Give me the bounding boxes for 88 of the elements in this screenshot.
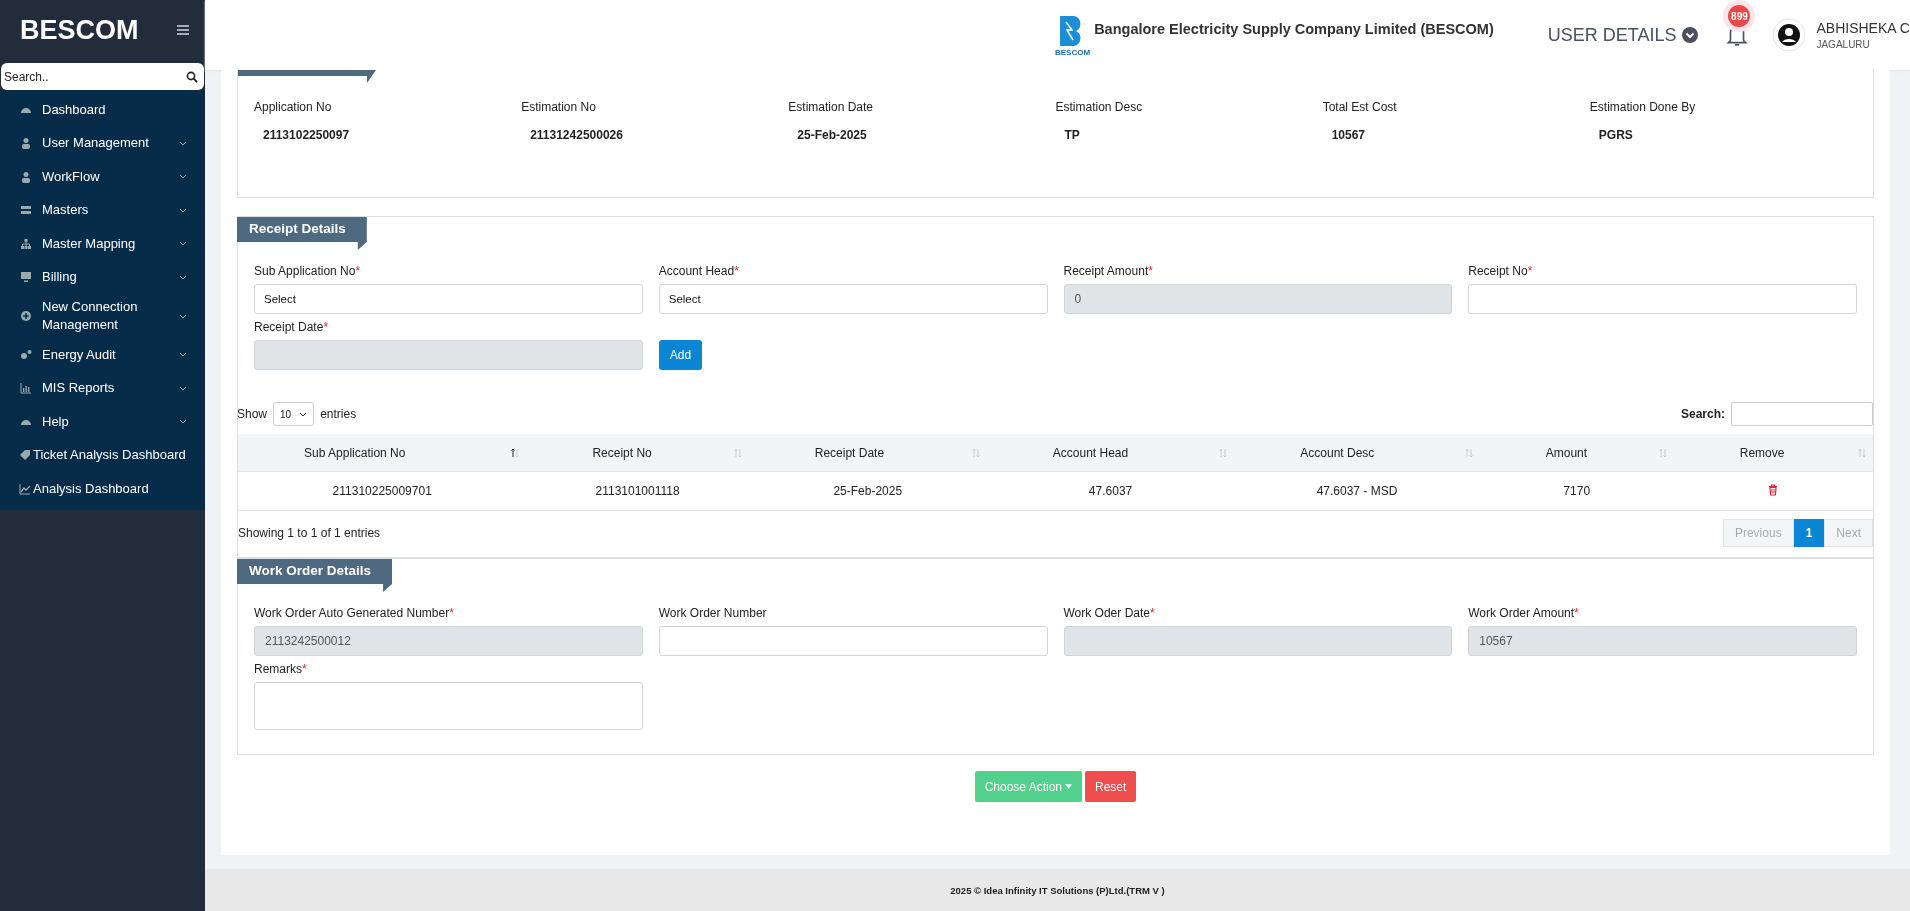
menu-icon[interactable] [177, 25, 189, 35]
user-location: JAGALURU [1816, 39, 1871, 50]
column-header[interactable]: Receipt No [526, 434, 749, 472]
field-label: Estimation No [521, 100, 597, 114]
page-size-select[interactable]: 10 [273, 402, 315, 426]
table-cell: 211310225009701 [238, 471, 527, 511]
table-cell: 2113101001118 [526, 471, 749, 511]
user-icon [20, 170, 32, 183]
field-label: Sub Application No* [254, 264, 362, 278]
pagination-button[interactable]: 1 [1793, 519, 1825, 547]
search-icon [186, 70, 198, 83]
field-label: Estimation Desc [1055, 100, 1144, 114]
field-label: Account Head* [658, 264, 740, 278]
sitemap-icon [20, 237, 32, 250]
menu-item[interactable]: Master Mapping [0, 227, 205, 261]
table-cell: 47.6037 [986, 471, 1235, 511]
column-header[interactable]: Receipt Date [748, 434, 987, 472]
select-field[interactable]: Select [254, 284, 643, 314]
column-header[interactable]: Amount [1479, 434, 1674, 472]
field-label: Receipt No* [1468, 264, 1534, 278]
user-name: ABHISHEKA C [1816, 20, 1910, 36]
list-icon [20, 204, 32, 217]
section-title: Work Order Details [237, 559, 393, 592]
field-label: Estimation Done By [1589, 100, 1697, 114]
field-value: 25-Feb-2025 [796, 128, 868, 142]
column-header[interactable]: Account Head [986, 434, 1235, 472]
monitor-icon [20, 271, 32, 284]
field-label: Work Order Number [658, 606, 768, 620]
table-info: Showing 1 to 1 of 1 entries [238, 526, 381, 540]
menu-item[interactable]: Masters [0, 193, 205, 227]
reset-button[interactable]: Reset [1085, 771, 1137, 802]
menu-item[interactable]: Help [0, 405, 205, 439]
field-label: Application No [254, 100, 333, 114]
user-details-dropdown[interactable]: USER DETAILS [1547, 24, 1699, 46]
menu-item[interactable]: Analysis Dashboard [0, 472, 205, 506]
column-header[interactable]: Account Desc [1234, 434, 1480, 472]
field-value: 2113102250097 [262, 128, 351, 142]
line-icon [19, 482, 31, 495]
menu-item[interactable]: User Management [0, 126, 205, 160]
menu-item[interactable]: Energy Audit [0, 338, 205, 372]
table-search-field[interactable] [1731, 402, 1873, 426]
field-label: Remarks* [254, 662, 308, 676]
field-label: Receipt Amount* [1063, 264, 1154, 278]
search-field[interactable]: Search.. [1, 63, 204, 90]
field-label: Work Order Auto Generated Number* [254, 606, 455, 620]
input-field[interactable] [1468, 284, 1857, 314]
search-label: Search: [1680, 407, 1725, 421]
copyright-text: 2025 © Idea Infinity IT Solutions (P)Ltd.(TRM V ) [950, 884, 1165, 896]
field-label: Total Est Cost [1322, 100, 1398, 114]
field-label: Work Oder Date* [1063, 606, 1156, 620]
section-title: Receipt Details [237, 217, 367, 250]
text-area[interactable] [254, 682, 643, 730]
table-cell: 7170 [1479, 471, 1674, 511]
select-field[interactable]: Select [658, 284, 1048, 314]
field-label: Receipt Date* [254, 320, 330, 334]
trash-icon[interactable] [1768, 483, 1779, 496]
table-cell: 47.6037 - MSD [1234, 471, 1480, 511]
field-value: 10567 [1330, 128, 1367, 142]
menu-item[interactable]: New Connection Management [0, 294, 205, 338]
column-header[interactable]: Remove [1673, 434, 1873, 472]
user-icon [20, 137, 32, 150]
menu-item[interactable]: Billing [0, 260, 205, 294]
company-name: Bangalore Electricity Supply Company Limited (BESCOM) [1094, 21, 1494, 37]
field-value: PGRS [1597, 128, 1634, 142]
column-header[interactable]: Sub Application No [238, 434, 527, 472]
field-value: 21131242500026 [529, 128, 624, 142]
plus-icon [20, 310, 32, 322]
field-label: Work Order Amount* [1468, 606, 1580, 620]
menu-item[interactable]: WorkFlow [0, 160, 205, 194]
entries-label: entries [320, 407, 357, 421]
tag-icon [19, 449, 31, 462]
menu-item[interactable]: MIS Reports [0, 371, 205, 405]
caret-icon [1065, 784, 1072, 789]
field-value: TP [1063, 128, 1081, 142]
field-label: Estimation Date [788, 100, 875, 114]
avatar-icon [1772, 18, 1807, 52]
chart-icon [20, 382, 32, 395]
add-button[interactable]: Add [658, 340, 703, 370]
gears-icon [20, 348, 32, 361]
menu-item[interactable]: Dashboard [0, 93, 205, 127]
chevron-down-icon [299, 411, 308, 417]
show-label: Show [237, 407, 268, 421]
brand-logo: BESCOM [20, 14, 139, 46]
input-field[interactable] [658, 626, 1048, 656]
menu-item[interactable]: Ticket Analysis Dashboard [0, 438, 205, 472]
chevron-down-icon [1682, 27, 1699, 43]
company-logo: BESCOM [1055, 13, 1091, 57]
table-cell: 25-Feb-2025 [748, 471, 987, 511]
